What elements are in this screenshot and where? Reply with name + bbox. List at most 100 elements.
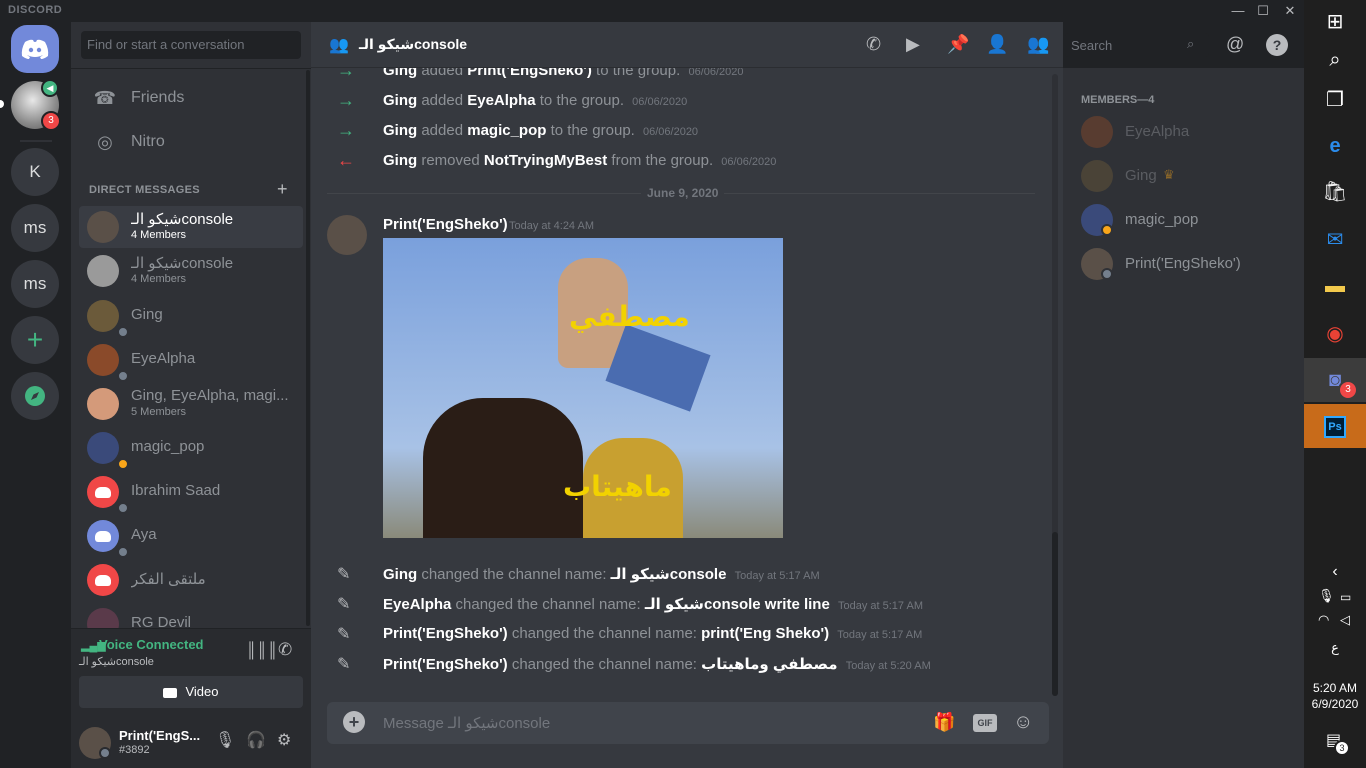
- input-language[interactable]: ع: [1304, 640, 1366, 656]
- add-friends-to-dm-icon[interactable]: 👤: [986, 34, 1008, 55]
- chat-search-input[interactable]: Search ⌕: [1065, 33, 1209, 57]
- server-k[interactable]: K: [11, 148, 59, 196]
- sys-user[interactable]: Print('EngSheko'): [383, 656, 508, 673]
- member-item[interactable]: magic_pop: [1081, 200, 1291, 240]
- sys-user[interactable]: Print('EngSheko'): [383, 625, 508, 642]
- emoji-icon[interactable]: ☺: [1013, 711, 1033, 734]
- title-bar: DISCORD — ☐ ✕: [0, 0, 1304, 22]
- dm-item[interactable]: EyeAlpha: [79, 339, 303, 382]
- nav-friends[interactable]: ☎ Friends: [79, 78, 303, 118]
- pencil-icon: ✎: [337, 626, 351, 643]
- sys-target[interactable]: magic_pop: [467, 122, 546, 139]
- file-explorer-icon[interactable]: ▬: [1304, 264, 1366, 308]
- dm-item[interactable]: Ibrahim Saad: [79, 471, 303, 514]
- dm-scrollbar[interactable]: [306, 70, 310, 626]
- wifi-icon[interactable]: ◠: [1318, 612, 1329, 628]
- message-input[interactable]: Message شيكو الـconsole: [383, 714, 550, 732]
- dm-item[interactable]: magic_pop: [79, 427, 303, 470]
- start-voice-call-icon[interactable]: ✆: [866, 34, 881, 55]
- avatar: [1081, 116, 1113, 148]
- show-hidden-icons[interactable]: ‹: [1304, 550, 1366, 594]
- member-item[interactable]: EyeAlpha: [1081, 112, 1291, 152]
- compass-icon: [25, 386, 45, 406]
- video-button[interactable]: Video: [79, 676, 303, 708]
- deafen-headphones-icon[interactable]: 🎧: [246, 730, 266, 750]
- message-composer[interactable]: + Message شيكو الـconsole 🎁 GIF ☺: [327, 702, 1049, 744]
- dm-item[interactable]: Ging, EyeAlpha, magi... 5 Members: [79, 383, 303, 425]
- system-clock[interactable]: 5:20 AM 6/9/2020: [1304, 680, 1366, 712]
- dm-item[interactable]: RG Devil: [79, 603, 303, 628]
- chrome-icon[interactable]: ◉: [1304, 312, 1366, 356]
- member-item[interactable]: Print('EngSheko'): [1081, 244, 1291, 284]
- status-indicator: [99, 747, 111, 759]
- start-video-call-icon[interactable]: ▶: [906, 34, 920, 55]
- sys-user[interactable]: Ging: [383, 566, 417, 583]
- status-indicator: [117, 458, 129, 470]
- message-author[interactable]: Print('EngSheko'): [383, 216, 508, 233]
- explore-servers-button[interactable]: [11, 372, 59, 420]
- help-icon[interactable]: ?: [1266, 34, 1288, 56]
- dm-item[interactable]: Aya: [79, 515, 303, 558]
- message-timestamp: Today at 4:24 AM: [509, 220, 594, 232]
- home-button[interactable]: [11, 25, 59, 73]
- noise-suppression-icon[interactable]: ║║║: [246, 642, 278, 659]
- sys-user[interactable]: Ging: [383, 122, 417, 139]
- photoshop-icon[interactable]: Ps: [1304, 404, 1366, 448]
- sys-user[interactable]: EyeAlpha: [383, 596, 451, 613]
- message-image[interactable]: مصطفي ماهيتاب: [383, 238, 783, 538]
- mail-icon[interactable]: ✉: [1304, 218, 1366, 262]
- maximize-button[interactable]: ☐: [1251, 0, 1275, 22]
- server-ms-1[interactable]: ms: [11, 204, 59, 252]
- disconnect-icon[interactable]: ✆: [278, 640, 292, 660]
- minimize-button[interactable]: —: [1226, 0, 1250, 22]
- upload-plus-icon[interactable]: +: [343, 711, 365, 733]
- gift-icon[interactable]: 🎁: [933, 712, 955, 733]
- settings-gear-icon[interactable]: ⚙: [277, 730, 291, 750]
- create-dm-button[interactable]: +: [277, 179, 288, 200]
- action-center-icon[interactable]: ▤ 3: [1326, 730, 1350, 756]
- mentions-at-icon[interactable]: @: [1226, 34, 1244, 55]
- close-button[interactable]: ✕: [1278, 0, 1302, 22]
- microphone-icon[interactable]: 🎙: [1318, 588, 1335, 604]
- sys-after: to the group.: [596, 68, 681, 79]
- volume-icon[interactable]: ◁: [1340, 612, 1350, 628]
- sys-user[interactable]: Ging: [383, 68, 417, 79]
- dm-item[interactable]: Ging: [79, 295, 303, 338]
- sys-user[interactable]: Ging: [383, 152, 417, 169]
- sys-user[interactable]: Ging: [383, 92, 417, 109]
- channel-name[interactable]: شيكو الـconsole: [359, 36, 467, 53]
- chat-scrollbar-thumb[interactable]: [1052, 532, 1058, 696]
- avatar: [1081, 160, 1113, 192]
- timestamp: 06/06/2020: [721, 156, 777, 168]
- server-group-avatar[interactable]: 3 ◀: [11, 79, 61, 131]
- battery-icon[interactable]: ▭: [1340, 590, 1351, 604]
- sys-target[interactable]: EyeAlpha: [467, 92, 535, 109]
- voice-channel[interactable]: شيكو الـconsole: [79, 655, 154, 668]
- member-list-icon[interactable]: 👥: [1027, 34, 1049, 55]
- nav-nitro[interactable]: ◎ Nitro: [79, 122, 303, 162]
- leave-arrow-icon: ←: [337, 150, 355, 170]
- task-view-icon[interactable]: ❐: [1304, 78, 1366, 122]
- dm-item[interactable]: شيكو الـconsole 4 Members: [79, 206, 303, 248]
- pinned-messages-icon[interactable]: 📌: [947, 34, 969, 55]
- sys-action: changed the channel name:: [511, 656, 697, 673]
- sys-target[interactable]: NotTryingMyBest: [484, 152, 607, 169]
- gif-button[interactable]: GIF: [973, 714, 997, 732]
- dm-item[interactable]: شيكو الـconsole 4 Members: [79, 250, 303, 292]
- server-ms-2[interactable]: ms: [11, 260, 59, 308]
- store-icon[interactable]: 🛍: [1304, 170, 1366, 214]
- member-item[interactable]: Ging ♛: [1081, 156, 1291, 196]
- nitro-icon: ◎: [97, 131, 113, 152]
- avatar[interactable]: [327, 215, 367, 255]
- dm-item[interactable]: ملتقى الفكر: [79, 559, 303, 601]
- search-icon[interactable]: ⌕: [1304, 38, 1366, 82]
- avatar[interactable]: [79, 727, 111, 759]
- add-server-button[interactable]: +: [11, 316, 59, 364]
- edge-icon[interactable]: e: [1304, 124, 1366, 168]
- sys-target[interactable]: Print('EngSheko'): [467, 68, 592, 79]
- mute-microphone-icon[interactable]: 🎙: [215, 730, 235, 750]
- user-panel: Print('EngS... #3892 🎙 🎧 ⚙: [71, 718, 311, 768]
- discord-taskbar-icon[interactable]: ◙ 3: [1304, 358, 1366, 402]
- search-input[interactable]: Find or start a conversation: [81, 31, 301, 59]
- voice-status[interactable]: Voice Connected: [99, 637, 204, 652]
